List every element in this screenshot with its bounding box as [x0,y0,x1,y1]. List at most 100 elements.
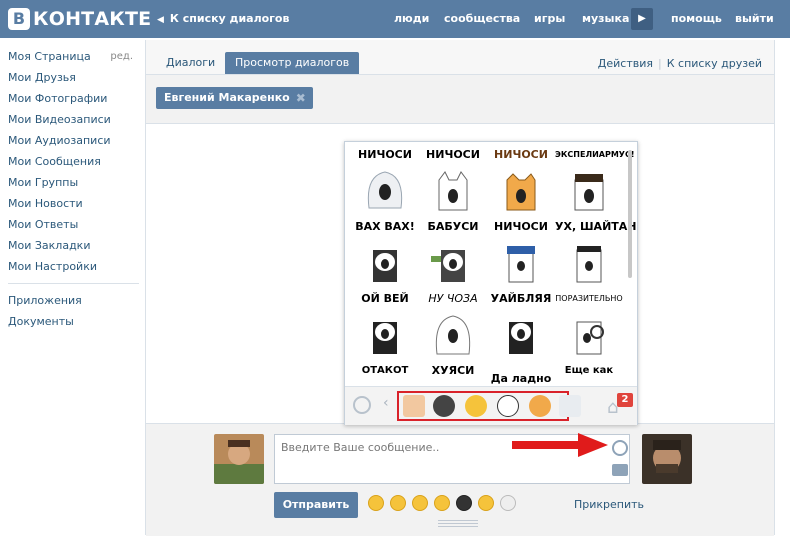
dog-cap-icon [507,246,535,283]
sticker-item[interactable]: НИЧОСИ [351,146,419,218]
emoji-grin-icon[interactable] [412,495,428,511]
resize-grip[interactable] [438,520,478,528]
recipient-chip[interactable]: Евгений Макаренко ✖ [156,87,313,109]
sticker-caption: НИЧОСИ [494,220,548,233]
ghost-icon [367,171,403,209]
sticker-item[interactable]: ВАХ ВАХ! [351,218,419,290]
sticker-pack-cool-icon[interactable] [529,395,551,417]
top-bar: В КОНТАКТЕ ◀ К списку диалогов люди сообщ… [0,0,790,38]
attach-link[interactable]: Прикрепить [574,498,644,511]
right-links: Действия | К списку друзей [598,57,762,70]
sticker-item[interactable]: УАЙБЛЯЯ [487,290,555,362]
sidebar-item-apps[interactable]: Приложения [8,290,139,311]
sticker-caption: ОТАКОТ [361,365,409,376]
nav-music[interactable]: музыка [582,12,629,25]
sticker-caption: НИЧОСИ [358,148,412,161]
vk-logo[interactable]: В КОНТАКТЕ [8,7,151,31]
sticker-pack-ghost-icon[interactable] [559,395,581,417]
agent-dog-icon [373,250,397,282]
sticker-item[interactable]: БАБУСИ [419,218,487,290]
sidebar-item-messages[interactable]: Мои Сообщения [8,151,139,172]
nav-logout[interactable]: выйти [735,12,774,25]
sticker-caption: УАЙБЛЯЯ [490,292,552,305]
chevron-left-icon[interactable]: ‹ [383,395,389,411]
sticker-item[interactable]: НУ ЧОЗА [419,290,487,362]
sidebar-item-settings[interactable]: Мои Настройки [8,256,139,277]
composer: Введите Ваше сообщение.. Отправить Прикр… [146,423,774,536]
dog-money-icon [431,250,465,282]
sidebar-item-bookmarks[interactable]: Мои Закладки [8,235,139,256]
sticker-item[interactable]: ПОРАЗИТЕЛЬНО [555,290,623,362]
dog-icon [506,173,536,211]
tab-view-dialogs[interactable]: Просмотр диалогов [225,52,360,74]
sticker-caption: УХ, ШАЙТАН [555,220,637,233]
sticker-grid: НИЧОСИ НИЧОСИ НИЧОСИ ЭКСПЕЛИАРМУС! ВАХ В… [351,146,637,386]
sidebar-item-my-page[interactable]: Моя Страница ред. [8,46,139,67]
smile-icon[interactable] [612,440,628,456]
nav-communities[interactable]: сообщества [444,12,520,25]
wizard-icon [574,174,604,211]
sidebar-item-label: Моя Страница [8,50,91,63]
sidebar-item-documents[interactable]: Документы [8,311,139,332]
sidebar-item-news[interactable]: Мои Новости [8,193,139,214]
edit-link[interactable]: ред. [110,46,133,67]
sticker-panel: НИЧОСИ НИЧОСИ НИЧОСИ ЭКСПЕЛИАРМУС! ВАХ В… [344,141,638,425]
sticker-item[interactable]: УХ, ШАЙТАН [555,218,637,290]
logo-mark: В [8,8,30,30]
back-to-dialogs-link[interactable]: ◀ К списку диалогов [157,12,289,25]
sidebar-divider [8,283,139,284]
emoji-tongue-icon[interactable] [390,495,406,511]
send-button[interactable]: Отправить [274,492,358,518]
camera-icon[interactable] [612,464,628,476]
recipient-name: Евгений Макаренко [164,91,290,104]
emoji-ghost-icon[interactable] [500,495,516,511]
sticker-caption: ВАХ ВАХ! [355,220,415,233]
sidebar-item-audio[interactable]: Мои Аудиозаписи [8,130,139,151]
sticker-pack-meme-icon[interactable] [497,395,519,417]
sidebar-item-videos[interactable]: Мои Видеозаписи [8,109,139,130]
back-link-label: К списку диалогов [169,12,290,25]
logo-text: КОНТАКТЕ [33,8,152,30]
sticker-caption: ХУЯСИ [431,364,475,377]
emoji-laugh-icon[interactable] [434,495,450,511]
nav-games[interactable]: игры [534,12,565,25]
sidebar-item-friends[interactable]: Мои Друзья [8,67,139,88]
sidebar-item-answers[interactable]: Мои Ответы [8,214,139,235]
smile-icon[interactable] [353,396,371,414]
friend-avatar[interactable] [642,434,692,484]
emoji-wink-icon[interactable] [368,495,384,511]
dog-hat-icon [576,246,602,283]
sidebar-item-photos[interactable]: Мои Фотографии [8,88,139,109]
my-avatar[interactable] [214,434,264,484]
play-icon[interactable]: ▶ [631,8,653,30]
nav-people[interactable]: люди [394,12,429,25]
sticker-item[interactable]: НИЧОСИ [487,146,555,218]
sticker-item[interactable]: ОЙ ВЕЙ [351,290,419,362]
actions-link[interactable]: Действия [598,57,653,70]
sticker-item[interactable]: НИЧОСИ [487,218,555,290]
emoji-sunglasses-icon[interactable] [456,495,472,511]
emoji-blush-icon[interactable] [478,495,494,511]
sticker-pack-troll-icon[interactable] [433,395,455,417]
sticker-scrollbar[interactable] [628,150,632,278]
nav-help[interactable]: помощь [671,12,722,25]
link-separator: | [658,57,662,70]
sticker-item[interactable]: НИЧОСИ [419,146,487,218]
sticker-caption: Еще как [564,365,614,376]
sticker-pack-smiley-icon[interactable] [465,395,487,417]
cat-icon [438,171,468,211]
close-icon[interactable]: ✖ [296,92,308,104]
dog-glass-icon [576,321,604,355]
sticker-caption: БАБУСИ [427,220,479,233]
chevron-left-icon: ◀ [157,15,164,25]
friends-list-link[interactable]: К списку друзей [667,57,762,70]
sidebar-item-groups[interactable]: Мои Группы [8,172,139,193]
ghost-icon [435,315,471,355]
sticker-pack-girl-icon[interactable] [403,395,425,417]
agent-dog-icon [509,322,533,354]
dog-suit-icon [373,322,397,354]
sticker-item[interactable]: ЭКСПЕЛИАРМУС! [555,146,634,218]
sticker-caption: НИЧОСИ [494,148,548,161]
tabs-bar: Диалоги Просмотр диалогов Действия | К спи… [146,40,774,75]
tab-dialogs[interactable]: Диалоги [156,52,225,74]
